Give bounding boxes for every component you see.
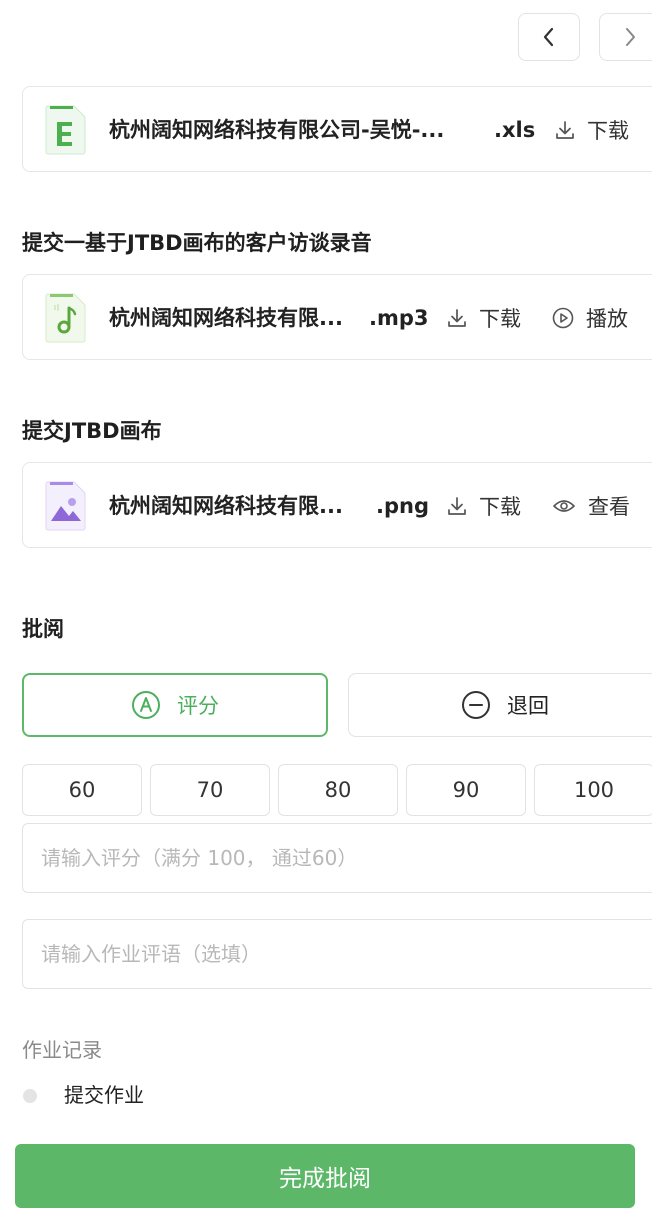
download-button[interactable]: 下载	[447, 491, 521, 521]
score-option-60[interactable]: 60	[22, 764, 142, 816]
score-option-90[interactable]: 90	[406, 764, 526, 816]
file-extension: .xls	[494, 118, 536, 142]
play-button[interactable]: 播放	[552, 303, 628, 333]
record-item: 提交作业	[64, 1083, 144, 1107]
download-label: 下载	[479, 307, 521, 331]
download-icon	[448, 497, 466, 515]
chevron-right-icon	[626, 28, 635, 46]
score-mode-button[interactable]: 评分	[22, 673, 328, 737]
minus-circle-icon	[462, 691, 490, 719]
section-title-review: 批阅	[22, 617, 64, 641]
download-icon	[556, 121, 574, 139]
download-button[interactable]: 下载	[555, 115, 629, 145]
section-title-recording: 提交一基于JTBD画布的客户访谈录音	[22, 231, 372, 255]
image-file-icon	[45, 481, 86, 531]
comment-input[interactable]	[22, 919, 652, 989]
view-label: 查看	[588, 495, 630, 519]
file-card-mp3[interactable]: 杭州阔知网络科技有限... .mp3 下载 播放	[22, 274, 652, 360]
play-label: 播放	[586, 307, 628, 331]
score-option-80[interactable]: 80	[278, 764, 398, 816]
score-option-70[interactable]: 70	[150, 764, 270, 816]
score-option-100[interactable]: 100	[534, 764, 652, 816]
play-icon	[552, 307, 574, 329]
section-title-canvas: 提交JTBD画布	[22, 419, 162, 443]
file-extension: .png	[376, 494, 429, 518]
eye-icon	[553, 500, 575, 512]
file-card-png[interactable]: 杭州阔知网络科技有限... .png 下载 查看	[22, 462, 652, 548]
next-button[interactable]	[599, 13, 652, 61]
download-button[interactable]: 下载	[447, 303, 521, 333]
download-label: 下载	[479, 495, 521, 519]
excel-file-icon	[45, 105, 86, 155]
complete-review-button[interactable]: 完成批阅	[15, 1144, 635, 1208]
reject-mode-button[interactable]: 退回	[348, 673, 652, 737]
chevron-left-icon	[543, 27, 554, 47]
file-extension: .mp3	[369, 306, 429, 330]
score-input[interactable]	[22, 823, 652, 893]
view-button[interactable]: 查看	[552, 491, 630, 521]
timeline-dot	[23, 1089, 37, 1103]
previous-button[interactable]	[518, 13, 580, 61]
file-name: 杭州阔知网络科技有限公司-吴悦-...	[109, 118, 445, 142]
audio-file-icon	[45, 293, 86, 343]
file-name: 杭州阔知网络科技有限...	[109, 494, 343, 518]
download-icon	[448, 309, 466, 327]
reject-mode-label: 退回	[507, 694, 549, 718]
record-title: 作业记录	[22, 1038, 102, 1062]
score-mode-label: 评分	[177, 694, 219, 718]
download-label: 下载	[587, 119, 629, 143]
circled-a-icon	[132, 691, 160, 719]
file-name: 杭州阔知网络科技有限...	[109, 306, 343, 330]
file-card-xls[interactable]: 杭州阔知网络科技有限公司-吴悦-... .xls 下载	[22, 86, 652, 172]
